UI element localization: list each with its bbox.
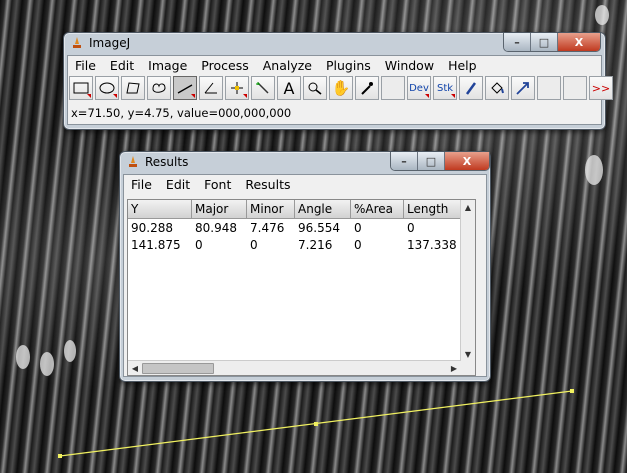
menu-analyze[interactable]: Analyze xyxy=(256,58,319,73)
cell: 0 xyxy=(250,238,258,252)
more-tools-button[interactable]: >> xyxy=(589,76,613,100)
line-handle-mid xyxy=(314,422,318,426)
cell: 7.216 xyxy=(298,238,333,252)
cell: 141.875 xyxy=(131,238,181,252)
stk-label: Stk xyxy=(436,82,454,94)
scroll-down-arrow-icon[interactable]: ▼ xyxy=(462,348,474,360)
menu-help[interactable]: Help xyxy=(441,58,484,73)
table-row[interactable]: 90.288 80.948 7.476 96.554 0 0 xyxy=(128,220,461,236)
cell: 7.476 xyxy=(250,221,285,235)
oval-tool-icon[interactable] xyxy=(95,76,119,100)
column-header-length[interactable]: Length xyxy=(404,200,461,218)
polygon-tool-icon[interactable] xyxy=(121,76,145,100)
menu-edit[interactable]: Edit xyxy=(103,58,141,73)
wand-tool-icon[interactable] xyxy=(251,76,275,100)
cell: 0 xyxy=(195,238,203,252)
text-tool-icon[interactable]: A xyxy=(277,76,301,100)
scroll-right-arrow-icon[interactable]: ▶ xyxy=(448,362,460,374)
results-client: File Edit Font Results Y Major Minor Ang… xyxy=(123,174,487,377)
scroll-up-arrow-icon[interactable]: ▲ xyxy=(462,201,474,213)
cell: 90.288 xyxy=(131,221,173,235)
flood-fill-tool-icon[interactable] xyxy=(485,76,509,100)
results-menu-file[interactable]: File xyxy=(124,177,159,192)
scroll-left-arrow-icon[interactable]: ◀ xyxy=(129,362,141,374)
window-controls: – □ X xyxy=(503,33,601,52)
window-title: ImageJ xyxy=(89,36,131,50)
menu-file[interactable]: File xyxy=(68,58,103,73)
maximize-button[interactable]: □ xyxy=(418,152,445,170)
column-header-minor[interactable]: Minor xyxy=(247,200,295,218)
close-button[interactable]: X xyxy=(445,152,489,170)
imagej-window: ImageJ – □ X File Edit Image Process Ana… xyxy=(63,32,613,130)
imagej-titlebar[interactable]: ImageJ – □ X xyxy=(64,33,605,55)
menu-plugins[interactable]: Plugins xyxy=(319,58,378,73)
menu-window[interactable]: Window xyxy=(378,58,441,73)
maximize-button[interactable]: □ xyxy=(531,33,558,51)
results-menubar: File Edit Font Results xyxy=(124,175,486,194)
horizontal-scroll-thumb[interactable] xyxy=(142,363,214,374)
point-tool-icon[interactable] xyxy=(225,76,249,100)
line-handle-end xyxy=(570,389,574,393)
freehand-tool-icon[interactable] xyxy=(147,76,171,100)
imagej-client: File Edit Image Process Analyze Plugins … xyxy=(67,55,613,125)
results-menu-results[interactable]: Results xyxy=(238,177,297,192)
results-titlebar[interactable]: Results – □ X xyxy=(120,152,490,174)
dev-label: Dev xyxy=(409,82,429,94)
column-header-area[interactable]: %Area xyxy=(351,200,404,218)
results-table-header: Y Major Minor Angle %Area Length xyxy=(128,200,461,219)
menu-image[interactable]: Image xyxy=(141,58,194,73)
rectangle-tool-icon[interactable] xyxy=(69,76,93,100)
arrow-tool-icon[interactable] xyxy=(511,76,535,100)
dev-menu-button[interactable]: Dev xyxy=(407,76,431,100)
brush-tool-icon[interactable] xyxy=(459,76,483,100)
results-window-title: Results xyxy=(145,155,189,169)
more-tools-label: >> xyxy=(591,81,611,95)
cell: 0 xyxy=(407,221,415,235)
table-row[interactable]: 141.875 0 0 7.216 0 137.338 xyxy=(128,237,461,253)
vertical-scrollbar[interactable]: ▲ ▼ xyxy=(460,200,475,375)
cell: 96.554 xyxy=(298,221,340,235)
empty-tool-slot xyxy=(381,76,405,100)
minimize-button[interactable]: – xyxy=(504,33,531,51)
imagej-menubar: File Edit Image Process Analyze Plugins … xyxy=(68,56,601,75)
cell: 137.338 xyxy=(407,238,457,252)
horizontal-scrollbar[interactable]: ◀ ▶ xyxy=(128,360,461,375)
results-menu-edit[interactable]: Edit xyxy=(159,177,197,192)
results-table[interactable]: Y Major Minor Angle %Area Length 90.288 … xyxy=(127,199,476,376)
imagej-logo-icon xyxy=(129,156,137,167)
results-window: Results – □ X File Edit Font Results Y M… xyxy=(119,151,491,382)
results-menu-font[interactable]: Font xyxy=(197,177,238,192)
close-button[interactable]: X xyxy=(558,33,600,51)
color-picker-tool-icon[interactable] xyxy=(355,76,379,100)
column-header-angle[interactable]: Angle xyxy=(295,200,351,218)
status-bar: x=71.50, y=4.75, value=000,000,000 xyxy=(71,106,292,120)
cell: 80.948 xyxy=(195,221,237,235)
line-tool-icon[interactable] xyxy=(173,76,197,100)
imagej-toolbar: A ✋ Dev Stk >> xyxy=(69,76,615,102)
empty-tool-slot xyxy=(563,76,587,100)
menu-process[interactable]: Process xyxy=(194,58,255,73)
stk-menu-button[interactable]: Stk xyxy=(433,76,457,100)
imagej-logo-icon xyxy=(73,37,81,48)
minimize-button[interactable]: – xyxy=(391,152,418,170)
magnifier-tool-icon[interactable] xyxy=(303,76,327,100)
cell: 0 xyxy=(354,221,362,235)
column-header-y[interactable]: Y xyxy=(128,200,192,218)
column-header-major[interactable]: Major xyxy=(192,200,247,218)
line-handle-start xyxy=(58,454,62,458)
window-controls: – □ X xyxy=(390,152,490,171)
hand-tool-icon[interactable]: ✋ xyxy=(329,76,353,100)
empty-tool-slot xyxy=(537,76,561,100)
angle-tool-icon[interactable] xyxy=(199,76,223,100)
cell: 0 xyxy=(354,238,362,252)
